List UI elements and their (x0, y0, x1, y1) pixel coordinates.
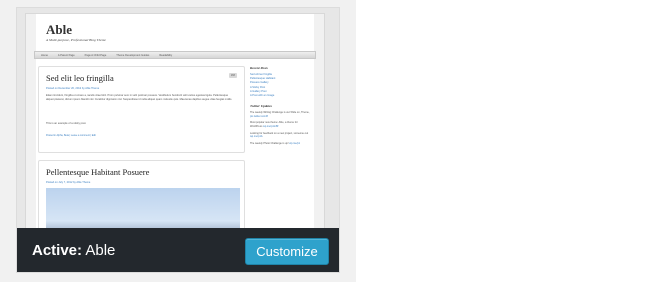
preview-post-meta: Posted on July 7, 2012 by Able Theme (46, 181, 91, 184)
preview-tagline: A Multi-purpose, Professional Blog Theme (46, 38, 106, 42)
preview-nav-item: A Parent Page (57, 53, 75, 57)
customize-button[interactable]: Customize (245, 238, 329, 265)
active-prefix: Active: (32, 242, 83, 259)
tweet-item: Looking for feedback on a new project, s… (250, 131, 309, 139)
preview-post-note: This is an example of a sticky post. (46, 122, 87, 125)
preview-nav-item: Readability (159, 53, 173, 57)
recent-post-link: A Post with an Image (250, 94, 275, 98)
tweet-item: The weekly Writing Challenge is out! Rid… (250, 111, 310, 118)
theme-screenshot[interactable]: Able A Multi-purpose, Professional Blog … (25, 13, 325, 235)
tweet-item: The weekly Photo Challenge is up! wp.me/… (250, 141, 301, 145)
active-theme-label: Active: Able (32, 242, 115, 259)
preview-post-excerpt: Etiam tincidunt, fringilla et ornare a, … (46, 94, 233, 102)
active-theme-card[interactable]: Able A Multi-purpose, Professional Blog … (16, 7, 340, 273)
comment-count-badge: ### (229, 73, 237, 78)
preview-sidebar: Recent Posts Sed elit leo fringilla Pell… (250, 66, 310, 148)
active-theme-name: Able (85, 242, 116, 259)
preview-nav-item: Theme Development Guides (116, 53, 150, 57)
preview-nav-item: Home (41, 53, 48, 57)
preview-post-1: Sed elit leo fringilla ### Posted on Dec… (38, 66, 245, 153)
preview-post-2: Pellentesque Habitant Posuere Posted on … (38, 160, 245, 234)
preview-post-title: Sed elit leo fringilla (46, 73, 114, 83)
preview-nav-bar: Home A Parent Page Page A Child Page The… (34, 51, 316, 59)
preview-post-title: Pellentesque Habitant Posuere (46, 167, 150, 177)
tweet-item: Most popular new theme: Able, a theme fo… (250, 121, 298, 128)
preview-post-footer: Posted in Alpha, Beta | Leave a comment … (46, 134, 96, 137)
active-theme-bar: Active: Able Customize (17, 228, 339, 272)
preview-nav-item: Page A Child Page (84, 53, 107, 57)
preview-post-meta: Posted on December 20, 2012 by Able Them… (46, 87, 100, 90)
twitter-updates-title: Twitter Updates (250, 104, 273, 109)
preview-site-title: Able (46, 22, 72, 37)
recent-posts-title: Recent Posts (250, 66, 268, 70)
